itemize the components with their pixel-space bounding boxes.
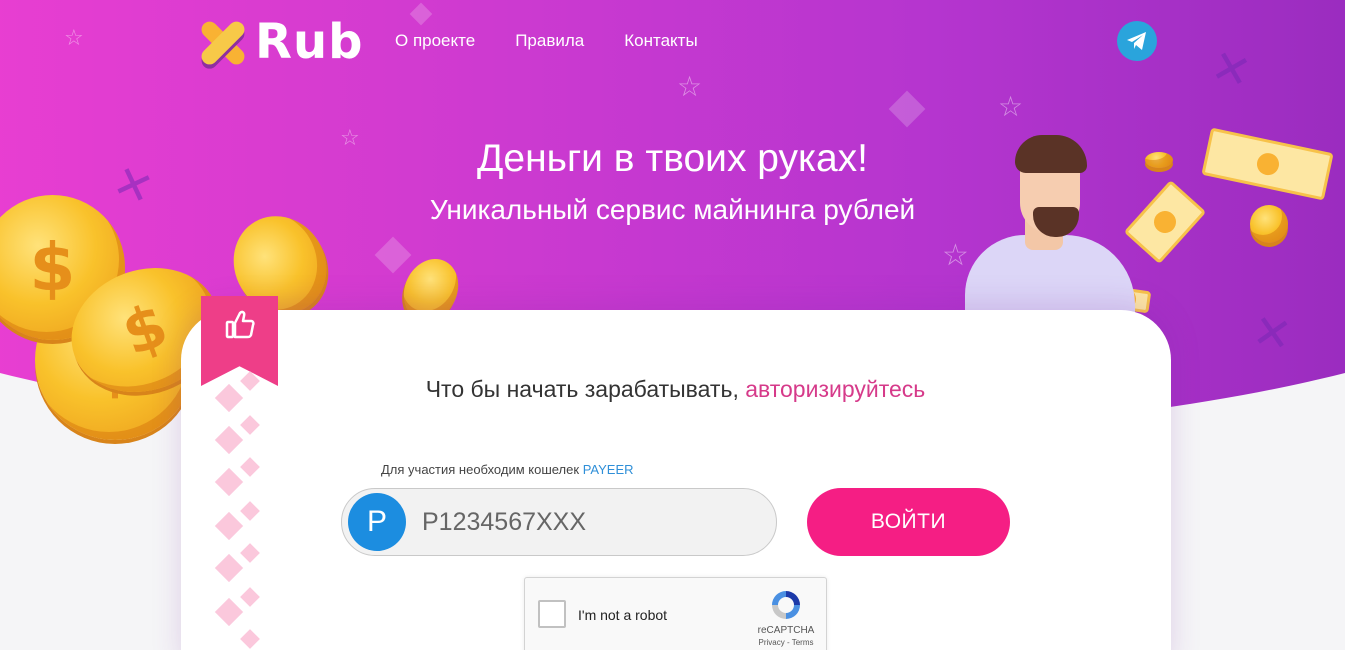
recaptcha-widget: I'm not a robot reCAPTCHA Privacy - Term… [524, 577, 827, 650]
logo-mark-icon [195, 14, 251, 70]
nav-link-about[interactable]: О проекте [395, 31, 475, 51]
star-icon: ☆ [998, 91, 1024, 122]
telegram-button[interactable] [1117, 21, 1157, 61]
login-prompt: Что бы начать зарабатывать, авторизируйт… [0, 376, 1345, 403]
recaptcha-label: I'm not a robot [578, 607, 668, 623]
login-prompt-text: Что бы начать зарабатывать, [425, 376, 739, 402]
payeer-icon: P [348, 493, 406, 551]
wallet-field: P [341, 488, 777, 556]
payeer-link[interactable]: PAYEER [583, 462, 634, 477]
login-prompt-accent: авторизируйтесь [745, 376, 926, 402]
nav-link-rules[interactable]: Правила [515, 31, 584, 51]
hero-subtitle: Уникальный сервис майнинга рублей [429, 194, 916, 225]
wallet-note: Для участия необходим кошелек PAYEER [381, 462, 634, 477]
main-nav: О проекте Правила Контакты [395, 31, 698, 51]
logo-text: Rub [255, 14, 364, 70]
recaptcha-logo-icon [772, 591, 800, 619]
site-logo[interactable]: Rub [195, 12, 364, 72]
telegram-icon [1127, 32, 1146, 50]
thumbs-up-icon [225, 310, 255, 339]
recaptcha-brand: reCAPTCHA [757, 625, 815, 636]
wallet-input[interactable] [422, 507, 752, 537]
star-icon: ☆ [64, 25, 84, 50]
login-button[interactable]: ВОЙТИ [807, 488, 1010, 556]
hero-title: Деньги в твоих руках! [476, 137, 868, 180]
wallet-note-text: Для участия необходим кошелек [381, 462, 580, 477]
nav-link-contacts[interactable]: Контакты [624, 31, 697, 51]
recaptcha-links[interactable]: Privacy - Terms [751, 638, 821, 647]
star-icon: ☆ [677, 71, 703, 102]
recaptcha-checkbox[interactable] [538, 600, 566, 628]
